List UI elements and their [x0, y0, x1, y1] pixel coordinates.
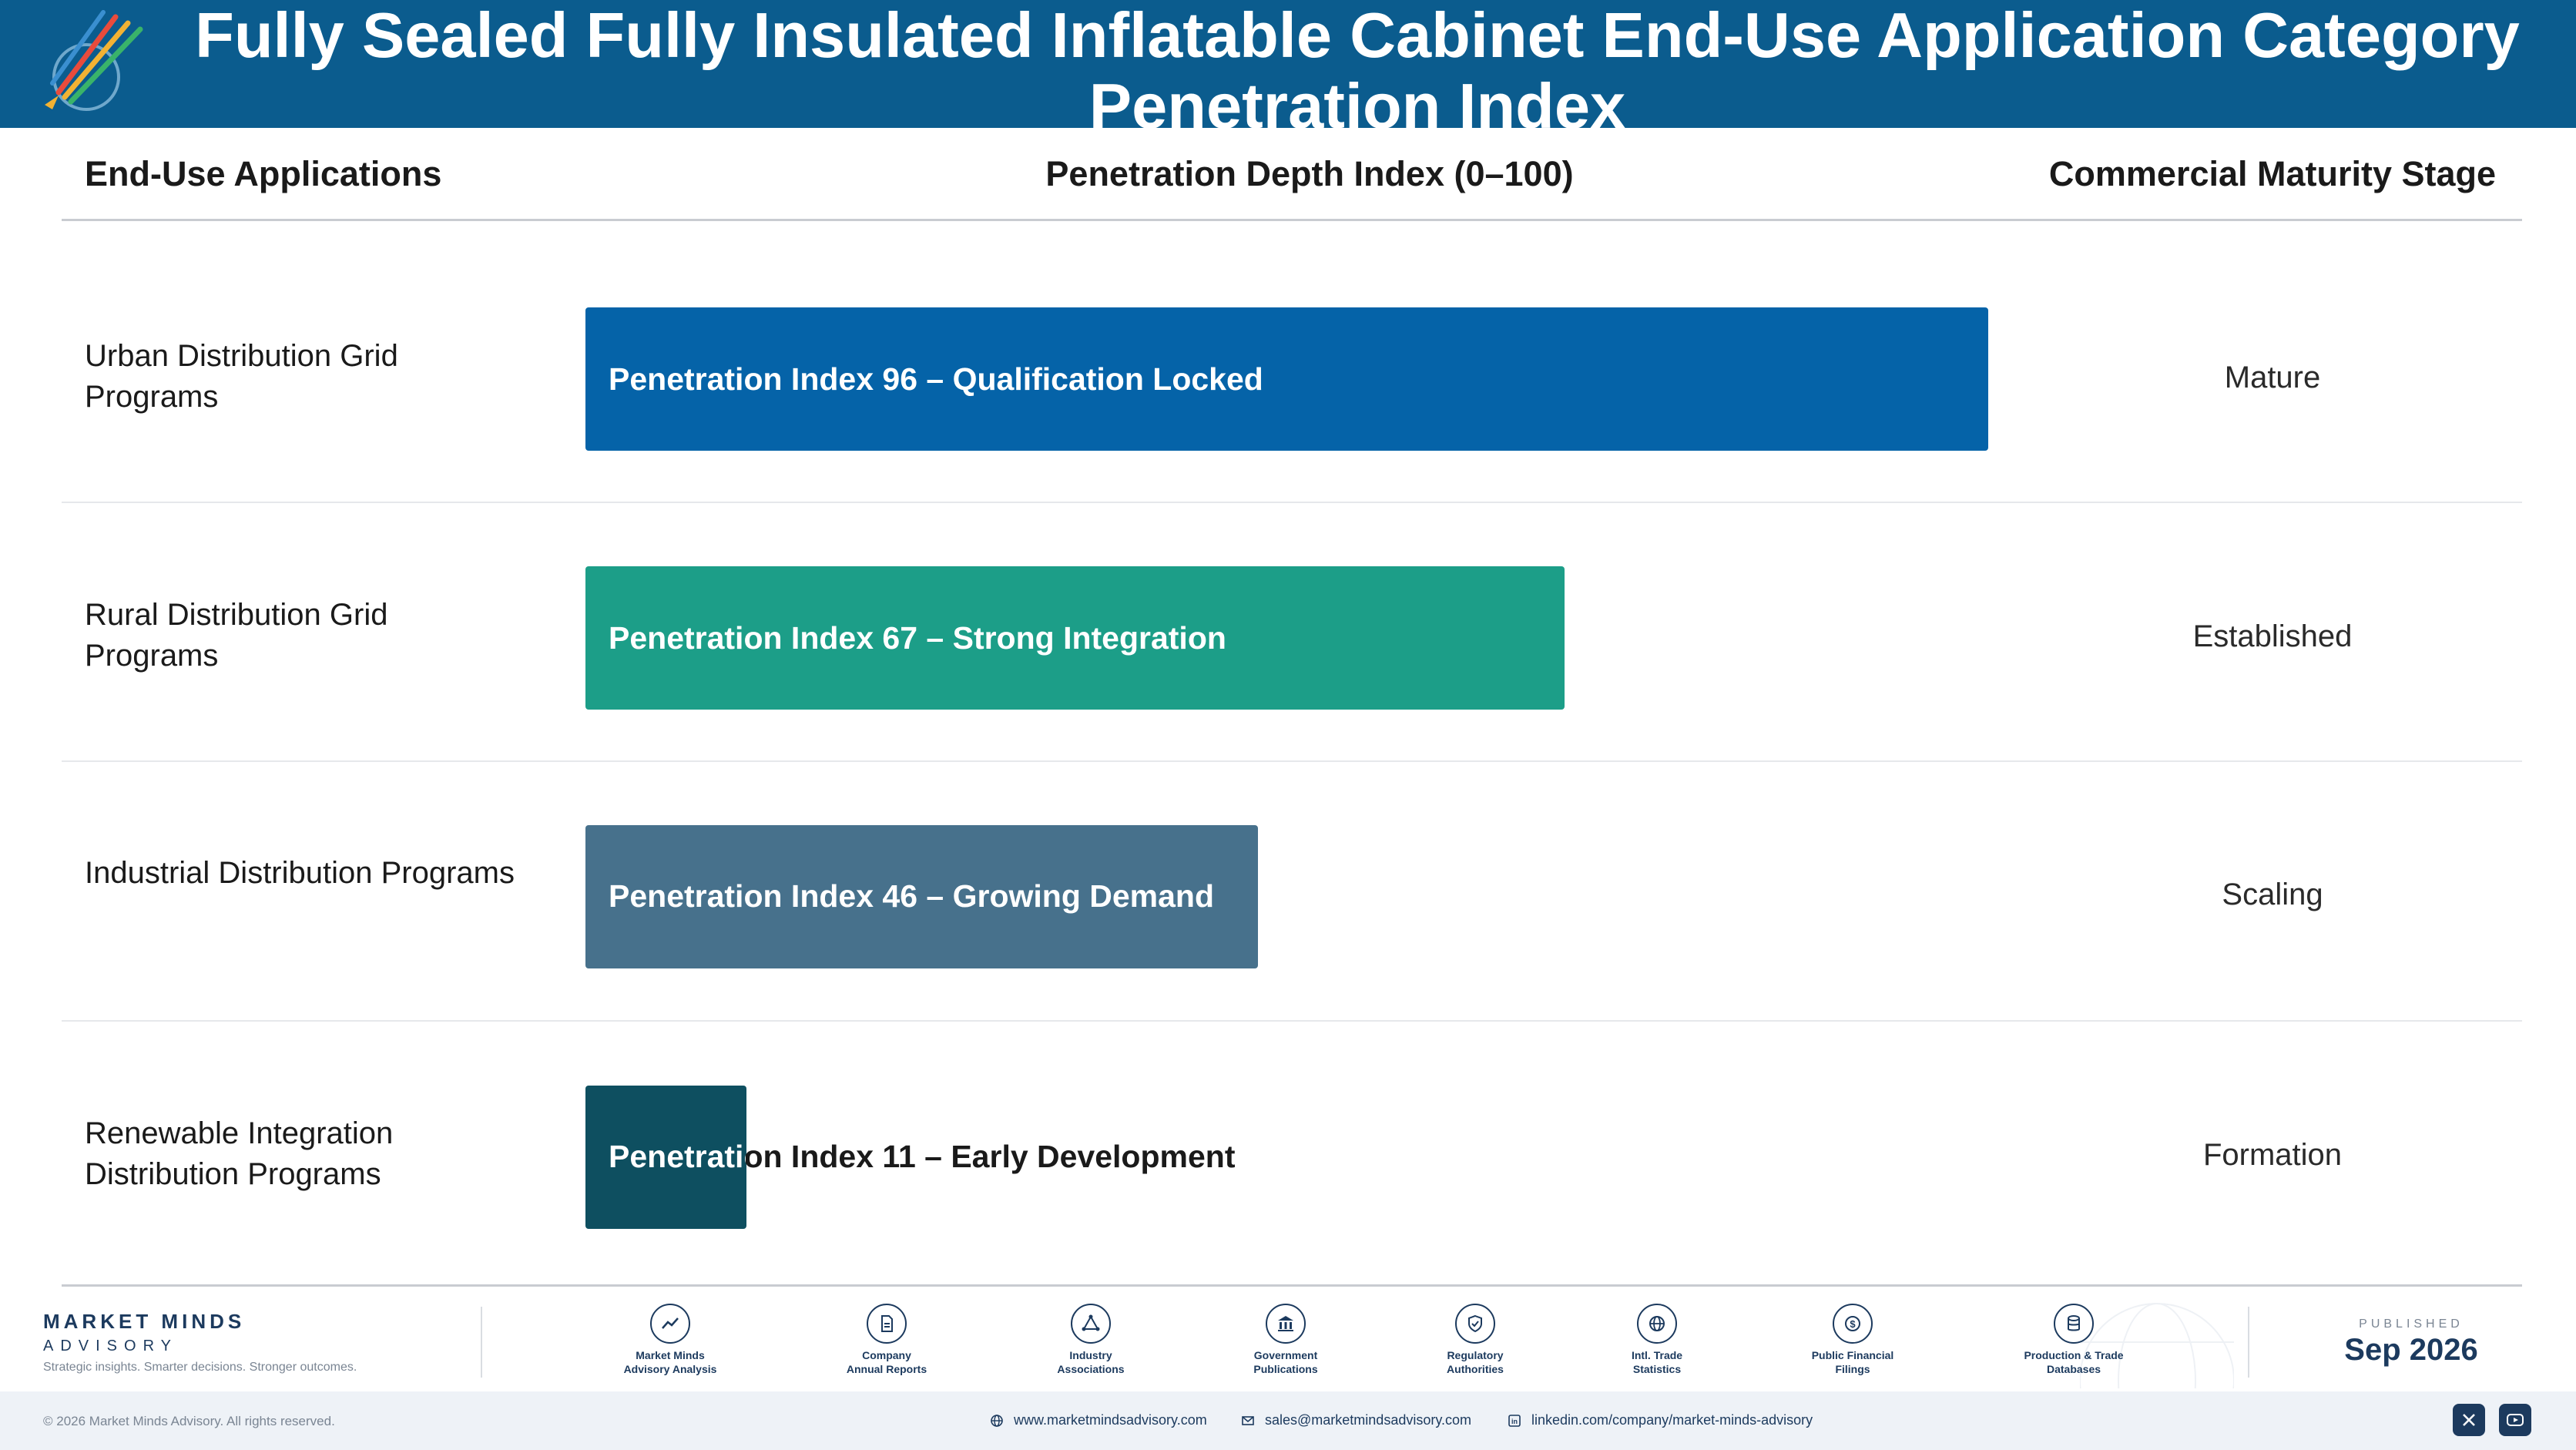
category-label-renewable: Renewable Integration Distribution Progr…: [85, 1116, 394, 1191]
linkedin-link[interactable]: in linkedin.com/company/market-minds-adv…: [1507, 1412, 1813, 1428]
source-label-line1: Industry: [1069, 1349, 1112, 1361]
source-label-line1: Public Financial: [1811, 1349, 1894, 1361]
dollar-coin-icon: $: [1845, 1316, 1860, 1331]
linkedin-text: linkedin.com/company/market-minds-adviso…: [1531, 1412, 1813, 1428]
stage-urban: Mature: [2224, 361, 2321, 394]
x-social-button[interactable]: [2453, 1404, 2485, 1436]
mail-icon: [1242, 1415, 1254, 1425]
document-icon: [881, 1315, 893, 1332]
youtube-icon: [2507, 1414, 2524, 1426]
brand-name: MARKET MINDS: [43, 1310, 246, 1333]
source-label-line1: Regulatory: [1447, 1349, 1504, 1361]
copyright-text: © 2026 Market Minds Advisory. All rights…: [43, 1414, 335, 1428]
category-label-rural: Rural Distribution Grid Programs: [85, 598, 388, 673]
stage-rural: Established: [2192, 619, 2353, 653]
published-label: PUBLISHED: [2359, 1317, 2464, 1331]
header-divider: [62, 219, 2522, 221]
source-label-line1: Company: [862, 1349, 911, 1361]
database-icon: [2068, 1315, 2080, 1331]
source-trade-statistics: Intl. Trade Statistics: [1580, 1304, 1734, 1376]
source-label-line2: Filings: [1835, 1363, 1870, 1375]
government-building-icon: [1278, 1316, 1293, 1331]
email-text: sales@marketmindsadvisory.com: [1265, 1412, 1472, 1428]
brand-subtitle: ADVISORY: [43, 1338, 178, 1354]
x-icon: [2463, 1414, 2475, 1426]
row-divider: [62, 760, 2522, 762]
source-label-line1: Government: [1253, 1349, 1318, 1361]
source-government-publications: Government Publications: [1209, 1304, 1363, 1376]
category-label-urban: Urban Distribution Grid Programs: [85, 339, 398, 414]
website-text: www.marketmindsadvisory.com: [1014, 1412, 1207, 1428]
header-bar: Fully Sealed Fully Insulated Inflatable …: [0, 0, 2576, 142]
published-date: Sep 2026: [2344, 1333, 2478, 1367]
footer-divider: [2248, 1307, 2249, 1378]
chart-trend-icon: [662, 1317, 679, 1329]
stage-renewable: Formation: [2202, 1138, 2343, 1172]
source-label-line2: Databases: [2046, 1363, 2101, 1375]
column-header-applications: End-Use Applications: [85, 154, 442, 193]
rising-arrows-logo-icon: [45, 10, 143, 111]
website-link[interactable]: www.marketmindsadvisory.com: [989, 1412, 1207, 1428]
column-header-maturity-stage: Commercial Maturity Stage: [2048, 154, 2497, 193]
source-company-reports: Company Annual Reports: [810, 1304, 964, 1376]
source-label-line1: Intl. Trade: [1631, 1349, 1683, 1361]
brand-tagline: Strategic insights. Smarter decisions. S…: [43, 1361, 357, 1374]
page-title: Fully Sealed Fully Insulated Inflatable …: [195, 0, 2520, 142]
shield-icon: [1468, 1314, 1482, 1333]
source-regulatory-authorities: Regulatory Authorities: [1398, 1304, 1552, 1376]
source-label-line1: Production & Trade: [2024, 1349, 2124, 1361]
source-financial-filings: $ Public Financial Filings: [1776, 1304, 1930, 1376]
table-bottom-divider: [62, 1284, 2522, 1287]
youtube-social-button[interactable]: [2499, 1404, 2531, 1436]
svg-text:in: in: [1511, 1418, 1518, 1425]
bar-label-industrial: Penetration Index 46 – Growing Demand: [609, 878, 1215, 914]
source-industry-associations: Industry Associations: [1014, 1304, 1168, 1376]
footer-divider: [481, 1307, 482, 1378]
network-icon: [1082, 1314, 1100, 1331]
source-label-line2: Authorities: [1447, 1363, 1504, 1375]
source-label-line2: Advisory Analysis: [623, 1363, 717, 1375]
globe-icon: [1649, 1316, 1665, 1331]
source-market-minds: Market Minds Advisory Analysis: [593, 1304, 747, 1376]
column-header-penetration-index: Penetration Depth Index (0–100): [1045, 154, 1574, 193]
category-label-industrial: Industrial Distribution Programs: [85, 856, 515, 890]
email-link[interactable]: sales@marketmindsadvisory.com: [1240, 1412, 1471, 1428]
source-label-line2: Associations: [1057, 1363, 1125, 1375]
source-label-line2: Statistics: [1632, 1363, 1682, 1375]
bar-label-urban: Penetration Index 96 – Qualification Loc…: [609, 361, 1263, 397]
row-divider: [62, 502, 2522, 503]
globe-icon: [991, 1414, 1003, 1427]
source-label-line1: Market Minds: [636, 1349, 705, 1361]
bar-label-renewable: Penetration Index 11 – Early Development: [609, 1139, 1236, 1174]
linkedin-icon: in: [1508, 1414, 1521, 1427]
stage-industrial: Scaling: [2222, 878, 2323, 911]
svg-text:$: $: [1850, 1318, 1856, 1330]
source-label-line2: Annual Reports: [846, 1363, 927, 1375]
bar-label-rural: Penetration Index 67 – Strong Integratio…: [609, 620, 1226, 656]
row-divider: [62, 1020, 2522, 1022]
source-trade-databases: Production & Trade Databases: [1997, 1304, 2151, 1376]
source-label-line2: Publications: [1253, 1363, 1318, 1375]
